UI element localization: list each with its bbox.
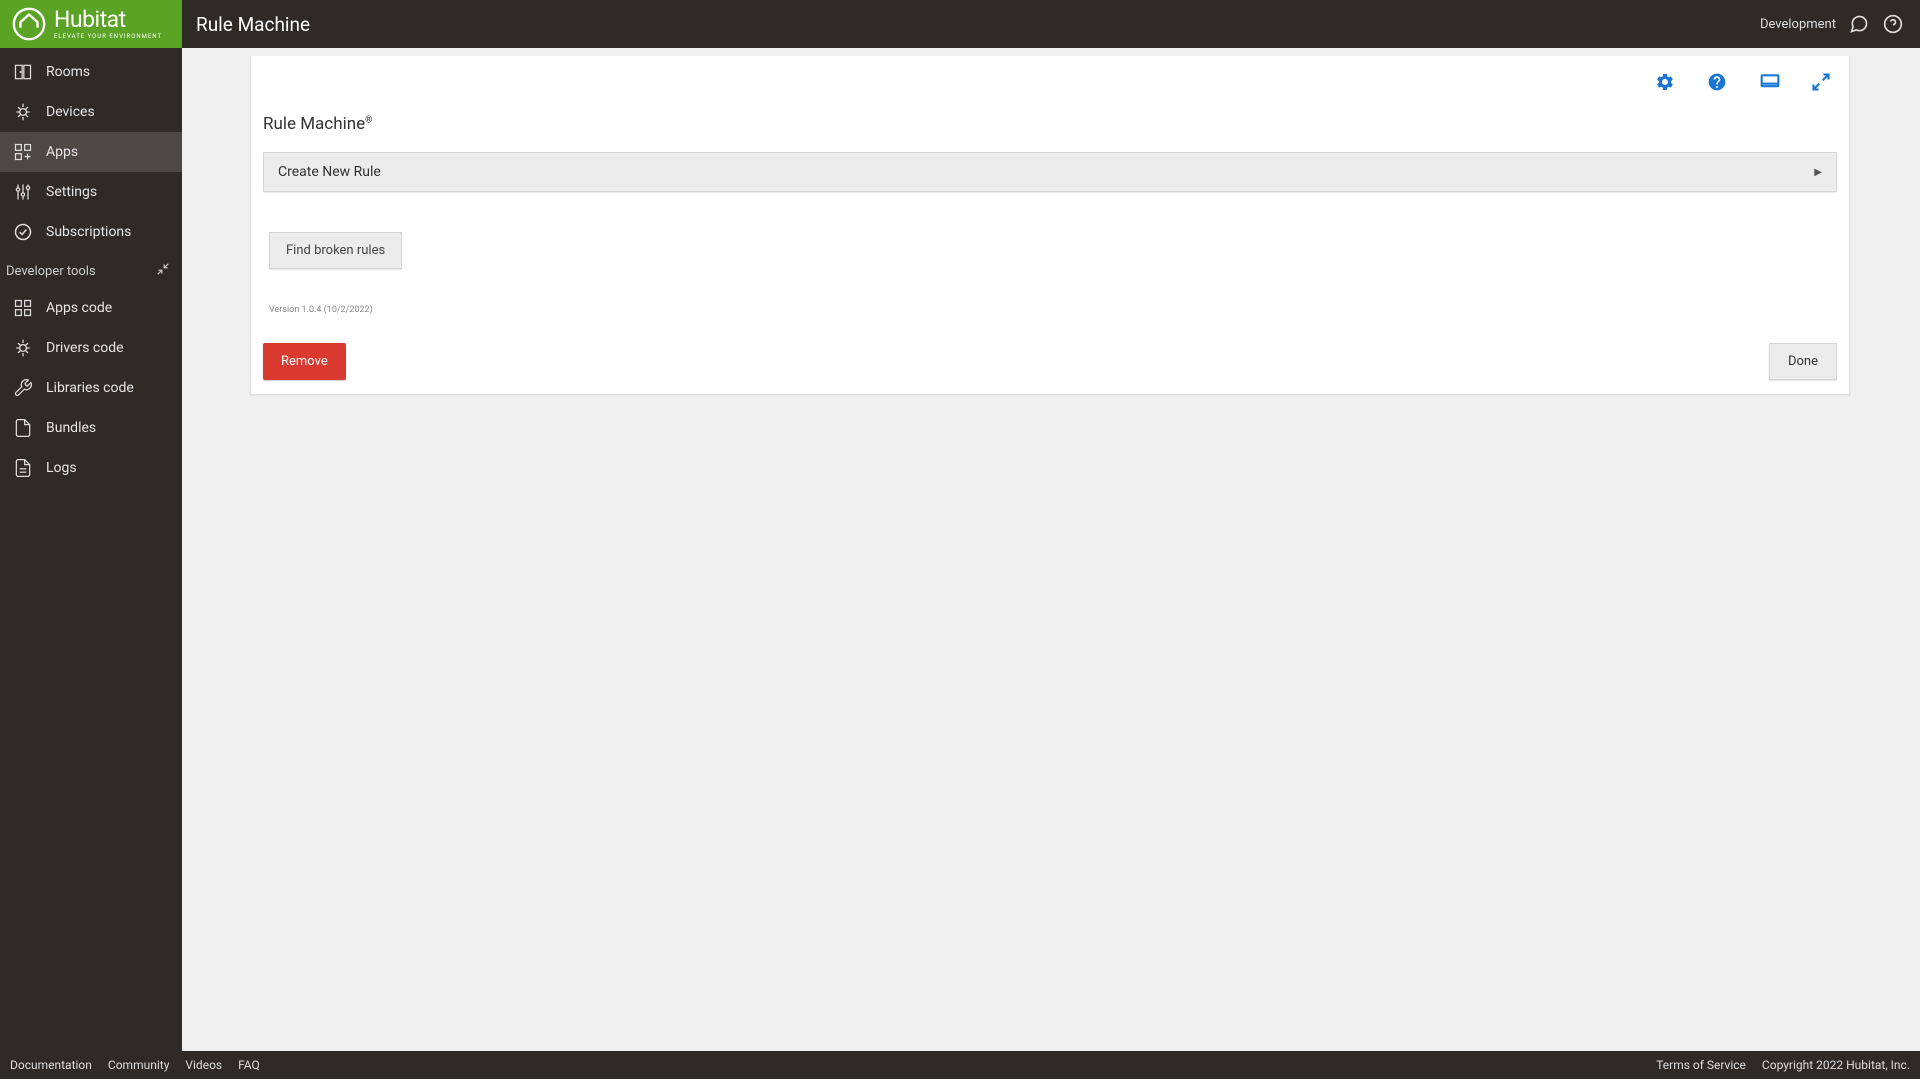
main-content: Rule Machine® Create New Rule ▶ Find bro… [182,48,1920,1051]
sidebar-item-label: Libraries code [46,380,134,396]
footer-right: Terms of Service Copyright 2022 Hubitat,… [1656,1058,1910,1072]
logo-name: Hubitat [54,8,162,31]
development-label[interactable]: Development [1760,17,1836,32]
sidebar-item-drivers-code[interactable]: Drivers code [0,328,182,368]
footer-link-community[interactable]: Community [108,1058,169,1072]
rooms-icon [12,61,34,83]
sidebar-item-rooms[interactable]: Rooms [0,52,182,92]
sidebar-item-label: Rooms [46,64,90,80]
dev-tools-label: Developer tools [6,264,96,279]
logo-tagline: ELEVATE YOUR ENVIRONMENT [54,33,162,40]
hubitat-logo-icon [10,5,48,43]
footer-copyright: Copyright 2022 Hubitat, Inc. [1762,1058,1910,1072]
monitor-icon[interactable] [1759,72,1779,92]
gear-icon[interactable] [1655,72,1675,92]
help-icon[interactable] [1707,72,1727,92]
sidebar-item-label: Logs [46,460,77,476]
sidebar-item-devices[interactable]: Devices [0,92,182,132]
logs-icon [12,457,34,479]
sidebar-item-label: Drivers code [46,340,124,356]
logo-text: Hubitat ELEVATE YOUR ENVIRONMENT [54,8,162,40]
version-text: Version 1.0.4 (10/2/2022) [269,305,1849,315]
apps-code-icon [12,297,34,319]
panel-toolbar [1655,72,1831,92]
app-title-text: Rule Machine [263,114,365,134]
footer: Documentation Community Videos FAQ Terms… [0,1051,1920,1079]
sidebar-item-subscriptions[interactable]: Subscriptions [0,212,182,252]
body-area: Rooms Devices Apps Settings Subscription… [0,48,1920,1051]
bundles-icon [12,417,34,439]
sidebar-item-label: Apps [46,144,78,160]
find-broken-rules-button[interactable]: Find broken rules [269,232,402,269]
subscriptions-icon [12,221,34,243]
app-panel: Rule Machine® Create New Rule ▶ Find bro… [250,56,1850,395]
sidebar-item-bundles[interactable]: Bundles [0,408,182,448]
help-circle-icon[interactable] [1882,13,1904,35]
header-right: Development [1760,13,1904,35]
create-rule-label: Create New Rule [278,164,381,180]
done-button[interactable]: Done [1769,343,1837,380]
footer-link-faq[interactable]: FAQ [238,1058,260,1072]
expand-icon[interactable] [1811,72,1831,92]
sidebar-item-libraries-code[interactable]: Libraries code [0,368,182,408]
devices-icon [12,101,34,123]
apps-icon [12,141,34,163]
sidebar-item-label: Apps code [46,300,112,316]
sidebar-item-label: Devices [46,104,95,120]
sidebar-item-settings[interactable]: Settings [0,172,182,212]
registered-mark: ® [365,115,372,125]
sidebar-item-label: Bundles [46,420,96,436]
footer-link-documentation[interactable]: Documentation [10,1058,92,1072]
sidebar-item-label: Settings [46,184,97,200]
footer-link-videos[interactable]: Videos [185,1058,222,1072]
libraries-code-icon [12,377,34,399]
footer-terms[interactable]: Terms of Service [1656,1058,1746,1072]
sidebar-item-label: Subscriptions [46,224,131,240]
app-header: Hubitat ELEVATE YOUR ENVIRONMENT Rule Ma… [0,0,1920,48]
footer-left: Documentation Community Videos FAQ [10,1058,260,1072]
sidebar-item-logs[interactable]: Logs [0,448,182,488]
settings-icon [12,181,34,203]
chevron-right-icon: ▶ [1814,167,1822,178]
drivers-code-icon [12,337,34,359]
chat-icon[interactable] [1848,13,1870,35]
page-title: Rule Machine [196,13,310,36]
sidebar-item-apps-code[interactable]: Apps code [0,288,182,328]
logo-area[interactable]: Hubitat ELEVATE YOUR ENVIRONMENT [0,0,182,48]
sidebar-item-apps[interactable]: Apps [0,132,182,172]
developer-tools-header[interactable]: Developer tools [0,252,182,288]
app-title: Rule Machine® [251,56,1849,152]
remove-button[interactable]: Remove [263,343,346,380]
sidebar: Rooms Devices Apps Settings Subscription… [0,48,182,1051]
action-row: Remove Done [251,315,1849,394]
create-new-rule-button[interactable]: Create New Rule ▶ [263,152,1837,192]
collapse-icon [156,262,170,280]
